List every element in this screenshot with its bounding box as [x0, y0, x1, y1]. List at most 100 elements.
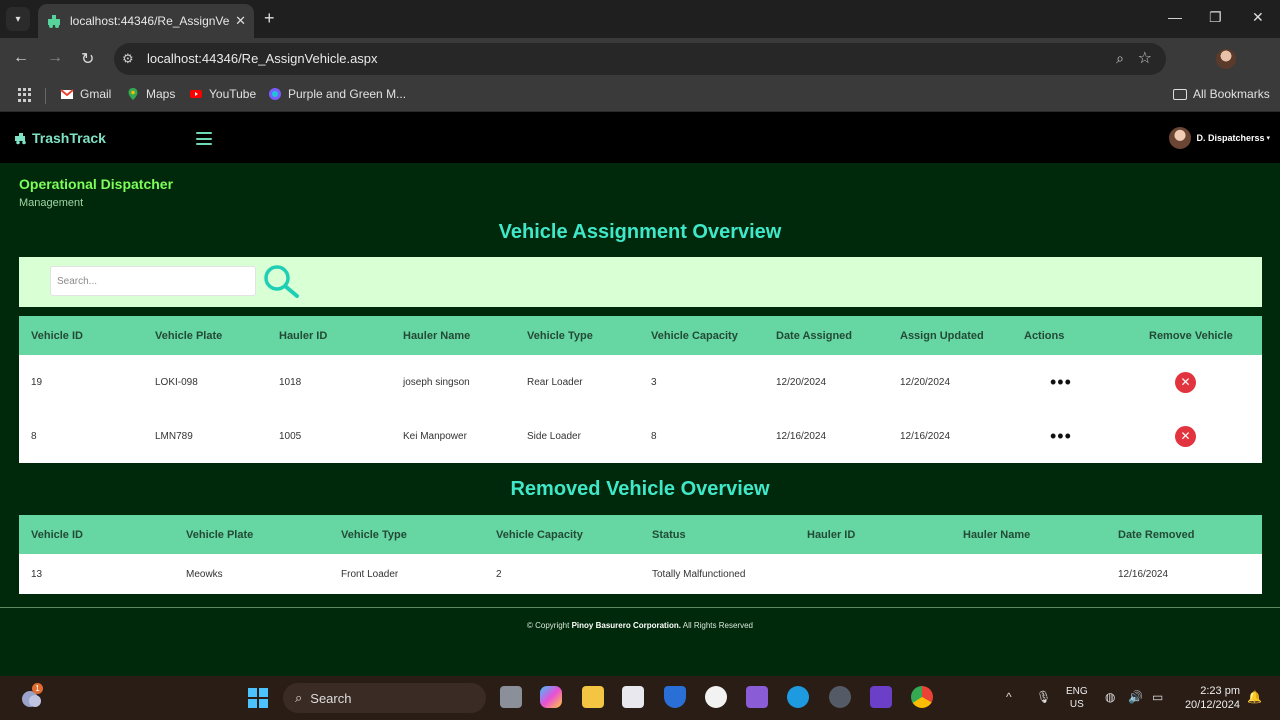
page-content: TrashTrack D. Dispatcherss ▾ Operational… [0, 113, 1280, 676]
profile-avatar[interactable] [1216, 49, 1236, 69]
start-button-icon[interactable] [248, 688, 268, 708]
apps-grid-icon[interactable] [18, 88, 32, 102]
cell-vehicle-type: Rear Loader [515, 355, 639, 409]
cell-hauler-id: 1018 [267, 355, 391, 409]
bookmark-maps[interactable]: Maps [126, 87, 175, 101]
browser-tabstrip: ▾ localhost:44346/Re_AssignVehic ✕ + — ❐… [0, 0, 1280, 38]
cell-vehicle-plate: LOKI-098 [143, 355, 267, 409]
search-input[interactable] [50, 266, 256, 296]
user-avatar [1169, 127, 1192, 149]
cell-vehicle-capacity: 2 [484, 554, 640, 594]
remove-vehicle-icon[interactable]: ✕ [1175, 371, 1196, 393]
column-header: Hauler Name [951, 515, 1106, 554]
more-actions-icon[interactable]: ••• [1050, 427, 1072, 445]
footer-company: Pinoy Basurero Corporation. [571, 621, 681, 630]
column-header: Vehicle Capacity [484, 515, 640, 554]
table-header-row: Vehicle ID Vehicle Plate Hauler ID Haule… [19, 316, 1262, 355]
tab-search-menu-button[interactable]: ▾ [6, 7, 30, 31]
store-icon[interactable] [622, 686, 644, 708]
battery-icon[interactable]: ▭ [1152, 690, 1163, 704]
more-actions-icon[interactable]: ••• [1050, 373, 1072, 391]
chevron-down-icon: ▾ [1266, 135, 1270, 142]
mongodb-icon[interactable] [705, 686, 727, 708]
footer-prefix: © Copyright [527, 621, 570, 630]
search-panel [19, 257, 1262, 307]
github-desktop-icon[interactable] [829, 686, 851, 708]
bookmark-star-icon[interactable]: ☆ [1138, 48, 1152, 68]
column-header: Remove Vehicle [1137, 316, 1262, 355]
all-bookmarks[interactable]: All Bookmarks [1173, 87, 1270, 101]
bookmarks-bar: Gmail Maps YouTube Purple and Green M...… [0, 80, 1280, 112]
cell-vehicle-capacity: 8 [639, 409, 764, 463]
show-hidden-icons-icon[interactable]: ^ [1006, 690, 1012, 704]
visual-studio-icon[interactable] [746, 686, 768, 708]
window-close-icon[interactable]: ✕ [1252, 9, 1264, 26]
brand-logo[interactable]: TrashTrack [14, 130, 106, 146]
reload-icon[interactable]: ↻ [81, 49, 94, 69]
clock-time: 2:23 pm [1200, 685, 1240, 697]
user-menu[interactable]: D. Dispatcherss ▾ [1169, 127, 1270, 149]
back-icon[interactable]: ← [13, 49, 29, 67]
cell-vehicle-capacity: 3 [639, 355, 764, 409]
section-subtitle: Management [19, 197, 84, 209]
network-icon[interactable]: ◍ [1105, 690, 1115, 704]
notifications-icon[interactable]: 🔔 [1247, 690, 1262, 704]
volume-icon[interactable]: 🔊 [1128, 690, 1143, 704]
hamburger-menu-icon[interactable] [196, 132, 212, 145]
taskbar-search[interactable]: ⌕ Search [283, 683, 486, 713]
column-header: Assign Updated [888, 316, 1012, 355]
copilot-icon[interactable] [540, 686, 562, 708]
taskbar: 1 ⌕ Search ^ 🎙 ENG US ◍ 🔊 ▭ 2:23 pm 20/1… [0, 676, 1280, 720]
column-header: Hauler Name [391, 316, 515, 355]
visual-studio-2-icon[interactable] [870, 686, 892, 708]
bookmark-label: Gmail [80, 87, 112, 101]
bookmark-gmail[interactable]: Gmail [60, 87, 111, 101]
column-header: Date Removed [1106, 515, 1262, 554]
clock[interactable]: 2:23 pm 20/12/2024 [1178, 684, 1240, 712]
user-name: D. Dispatcherss [1196, 133, 1265, 143]
browser-tab[interactable]: localhost:44346/Re_AssignVehic ✕ [38, 4, 254, 38]
column-header: Vehicle Type [329, 515, 484, 554]
defender-icon[interactable] [664, 686, 686, 708]
search-icon: ⌕ [295, 690, 303, 705]
search-icon[interactable] [261, 263, 301, 299]
table-header-row: Vehicle ID Vehicle Plate Vehicle Type Ve… [19, 515, 1262, 554]
all-bookmarks-label: All Bookmarks [1193, 87, 1270, 101]
remove-vehicle-icon[interactable]: ✕ [1175, 425, 1196, 447]
task-view-icon[interactable] [500, 686, 522, 708]
cell-remove: ✕ [1137, 409, 1262, 463]
footer-divider [0, 607, 1280, 608]
cell-vehicle-type: Front Loader [329, 554, 484, 594]
cell-hauler-id [795, 554, 951, 594]
forward-icon[interactable]: → [47, 49, 63, 67]
bookmark-youtube[interactable]: YouTube [189, 87, 256, 101]
chrome-icon[interactable] [911, 686, 933, 708]
column-header: Actions [1012, 316, 1137, 355]
microphone-icon[interactable]: 🎙 [1036, 690, 1051, 704]
bookmark-label: YouTube [209, 87, 257, 101]
bookmark-purple-green[interactable]: Purple and Green M... [268, 87, 406, 101]
cell-hauler-id: 1005 [267, 409, 391, 463]
zoom-icon[interactable]: ⌕ [1116, 50, 1124, 67]
cell-vehicle-plate: Meowks [174, 554, 329, 594]
restore-icon[interactable]: ❐ [1209, 9, 1222, 26]
browser-toolbar: ← → ↻ ⚙ localhost:44346/Re_AssignVehicle… [0, 38, 1280, 106]
canva-icon [269, 88, 281, 100]
table-row: 19 LOKI-098 1018 joseph singson Rear Loa… [19, 355, 1262, 409]
file-explorer-icon[interactable] [582, 686, 604, 708]
new-tab-icon[interactable]: + [264, 8, 275, 29]
clock-date: 20/12/2024 [1184, 699, 1240, 711]
edge-icon[interactable] [787, 686, 809, 708]
bookmark-label: Purple and Green M... [288, 87, 407, 101]
folder-icon [1173, 88, 1187, 100]
minimize-icon[interactable]: — [1168, 9, 1182, 25]
address-bar[interactable]: ⚙ localhost:44346/Re_AssignVehicle.aspx … [114, 43, 1166, 75]
column-header: Vehicle Type [515, 316, 639, 355]
bookmark-label: Maps [146, 87, 176, 101]
close-tab-icon[interactable]: ✕ [235, 13, 246, 29]
language-indicator[interactable]: ENG US [1066, 685, 1088, 711]
site-info-icon[interactable]: ⚙ [122, 51, 134, 67]
address-url[interactable]: localhost:44346/Re_AssignVehicle.aspx [147, 51, 378, 66]
cell-assign-updated: 12/20/2024 [888, 355, 1012, 409]
cell-vehicle-plate: LMN789 [143, 409, 267, 463]
